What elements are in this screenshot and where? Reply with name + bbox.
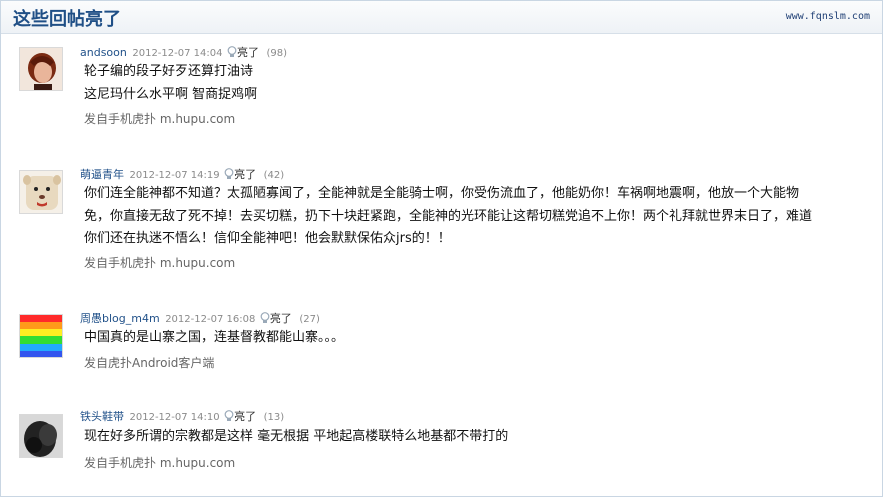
light-count: (13) (263, 412, 285, 423)
reply-text-line: 轮子编的段子好歹还算打油诗 (84, 64, 254, 79)
site-watermark: www.fqnslm.com (785, 11, 870, 22)
reply-content: 你们连全能神都不知道？太孤陋寡闻了，全能神就是全能骑士啊，你受伤流血了，他能奶你… (84, 183, 874, 251)
reply-content: 轮子编的段子好歹还算打油诗 这尼玛什么水平啊 智商捉鸡啊 (84, 61, 874, 106)
author-link[interactable]: andsoon (80, 46, 127, 59)
lightbulb-icon[interactable] (260, 312, 270, 327)
avatar-image-icon (20, 315, 62, 357)
light-label[interactable]: 亮了 (270, 312, 292, 325)
avatar[interactable] (19, 47, 63, 91)
reply-text-line: 中国真的是山寨之国，连基督教都能山寨。。。 (84, 330, 345, 345)
reply-meta: 周愚blog_m4m 2012-12-07 16:08 亮了 (27) (80, 310, 320, 327)
light-count: (98) (266, 48, 288, 59)
light-label[interactable]: 亮了 (234, 168, 256, 181)
lightbulb-icon[interactable] (224, 168, 234, 183)
panel-header: 这些回帖亮了 www.fqnslm.com (1, 1, 882, 34)
reply-source[interactable]: 发自手机虎扑 m.hupu.com (84, 110, 235, 127)
author-link[interactable]: 周愚blog_m4m (80, 312, 160, 325)
reply-source[interactable]: 发自手机虎扑 m.hupu.com (84, 254, 235, 271)
reply-text-line: 这尼玛什么水平啊 智商捉鸡啊 (84, 86, 258, 102)
avatar[interactable] (19, 170, 63, 214)
reply-meta: 铁头鞋带 2012-12-07 14:10 亮了 (13) (80, 408, 284, 425)
reply-meta: 萌逼青年 2012-12-07 14:19 亮了 (42) (80, 166, 284, 183)
lightbulb-icon[interactable] (227, 46, 237, 61)
reply-text-line: 免，你直接无敌了死不掉！去买切糕，扔下十块赶紧跑，全能神的光环能让这帮切糕党追不… (84, 208, 813, 224)
reply-content: 现在好多所谓的宗教都是这样 毫无根据 平地起高楼联特么地基都不带打的 (84, 426, 874, 449)
avatar-image-icon (20, 48, 62, 90)
reply-text-line: 你们还在执迷不悟么！信仰全能神吧！他会默默保佑众jrs的！！ (84, 231, 451, 246)
reply-text-line: 你们连全能神都不知道？太孤陋寡闻了，全能神就是全能骑士啊，你受伤流血了，他能奶你… (84, 186, 800, 201)
author-link[interactable]: 铁头鞋带 (80, 410, 124, 423)
light-label[interactable]: 亮了 (234, 410, 256, 423)
avatar-image-icon (20, 415, 62, 457)
panel-title: 这些回帖亮了 (13, 9, 121, 30)
author-link[interactable]: 萌逼青年 (80, 168, 124, 181)
avatar-image-icon (20, 171, 62, 213)
reply-source[interactable]: 发自手机虎扑 m.hupu.com (84, 454, 235, 471)
reply-text-line: 现在好多所谓的宗教都是这样 毫无根据 平地起高楼联特么地基都不带打的 (84, 429, 509, 444)
avatar[interactable] (19, 314, 63, 358)
reply-time: 2012-12-07 16:08 (165, 314, 256, 325)
reply-time: 2012-12-07 14:04 (132, 48, 223, 59)
light-count: (42) (263, 170, 285, 181)
light-count: (27) (299, 314, 320, 325)
reply-content: 中国真的是山寨之国，连基督教都能山寨。。。 (84, 327, 874, 350)
reply-meta: andsoon 2012-12-07 14:04 亮了 (98) (80, 44, 287, 61)
avatar[interactable] (19, 414, 63, 458)
reply-source[interactable]: 发自虎扑Android客户端 (84, 354, 214, 371)
light-label[interactable]: 亮了 (237, 46, 259, 59)
reply-time: 2012-12-07 14:10 (129, 412, 220, 423)
reply-time: 2012-12-07 14:19 (129, 170, 220, 181)
lightbulb-icon[interactable] (224, 410, 234, 425)
